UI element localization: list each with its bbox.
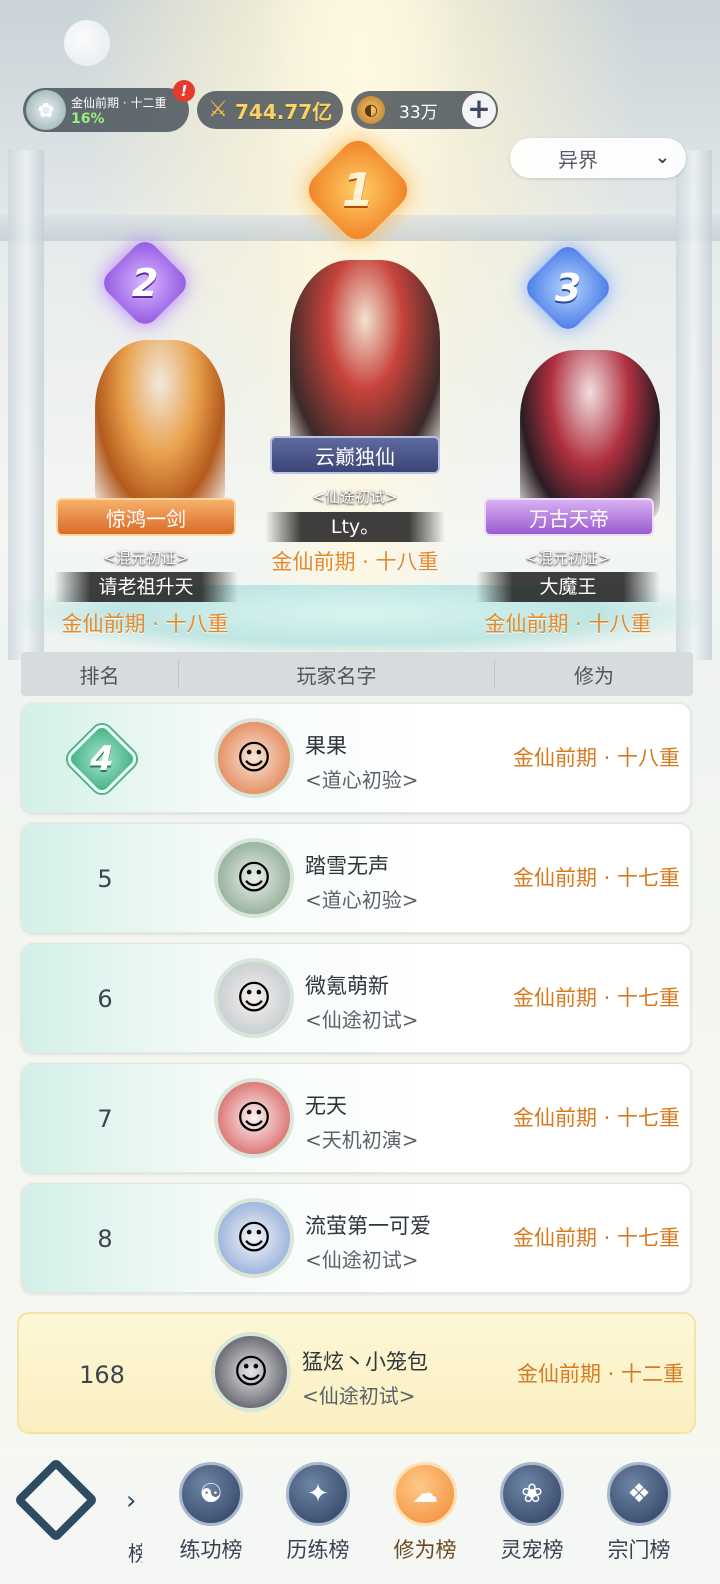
header-player-name: 玩家名字 xyxy=(179,659,495,689)
player-level-name: 金仙前期 · 十二重 xyxy=(71,95,167,110)
player-name: 流萤第一可爱 xyxy=(305,1214,431,1238)
player-title: <仙途初试> xyxy=(305,1248,419,1272)
rank-2-title: <混元初证> xyxy=(103,549,189,567)
my-rank: 168 xyxy=(79,1361,125,1389)
rank-2-number: 2 xyxy=(131,260,159,305)
table-row[interactable]: 5 ☺ 踏雪无声 <道心初验> 金仙前期 · 十七重 xyxy=(21,823,691,933)
scroll-left-icon[interactable]: › xyxy=(126,1486,136,1516)
pillar xyxy=(676,150,712,660)
player-avatar-icon: ✿ xyxy=(26,90,66,130)
tab-adventure-ranking[interactable]: ✦ 历练榜 xyxy=(273,1462,363,1580)
sage-hat-icon: ☁ xyxy=(393,1462,457,1526)
player-title: <道心初验> xyxy=(305,768,419,792)
my-cultivation: 金仙前期 · 十二重 xyxy=(516,1362,684,1386)
rank-4-badge: 4 xyxy=(63,720,141,798)
table-row[interactable]: 4 ☺ 果果 <道心初验> 金仙前期 · 十八重 xyxy=(21,703,691,813)
rank-2-character[interactable] xyxy=(95,340,225,510)
chevron-down-icon: ⌄ xyxy=(654,147,670,168)
currency-value: 33万 xyxy=(399,102,438,123)
rank-1-name: Lty。 xyxy=(265,512,445,542)
row-rank: 7 xyxy=(97,1105,113,1133)
rank-1-realm: 金仙前期 · 十八重 xyxy=(271,550,439,574)
rank-2-title-plate: 惊鸿一剑 xyxy=(56,498,236,536)
yin-yang-icon: ☯ xyxy=(179,1462,243,1526)
rank-3-title-plate: 万古天帝 xyxy=(484,498,654,536)
player-cultivation: 金仙前期 · 十七重 xyxy=(512,1106,680,1130)
tab-pet-ranking[interactable]: ❀ 灵宠榜 xyxy=(487,1462,577,1580)
row-rank: 5 xyxy=(97,865,113,893)
header-rank: 排名 xyxy=(21,659,179,689)
table-row[interactable]: 8 ☺ 流萤第一可爱 <仙途初试> 金仙前期 · 十七重 xyxy=(21,1183,691,1293)
player-title: <天机初演> xyxy=(305,1128,419,1152)
compass-icon: ✦ xyxy=(286,1462,350,1526)
my-avatar[interactable]: ☺ xyxy=(211,1332,291,1412)
ranking-table-header: 排名 玩家名字 修为 xyxy=(21,652,693,696)
rank-3-title: <混元初证> xyxy=(525,549,611,567)
player-title: <仙途初试> xyxy=(305,1008,419,1032)
row-rank: 8 xyxy=(97,1225,113,1253)
table-row[interactable]: 6 ☺ 微氪萌新 <仙途初试> 金仙前期 · 十七重 xyxy=(21,943,691,1053)
player-cultivation: 金仙前期 · 十八重 xyxy=(512,746,680,770)
bottom-tab-bar: › 榜 ☯ 练功榜 ✦ 历练榜 ☁ 修为榜 ❀ 灵宠榜 ❖ 宗门榜 xyxy=(0,1440,720,1584)
player-name: 果果 xyxy=(305,734,347,758)
rank-1-number: 1 xyxy=(341,162,375,217)
moon-decoration xyxy=(64,20,110,66)
tab-partial-label: 榜 xyxy=(128,1542,142,1566)
player-name: 微氪萌新 xyxy=(305,974,389,998)
realm-dropdown-label: 异界 xyxy=(558,147,598,172)
avatar[interactable]: ☺ xyxy=(214,1078,294,1158)
player-name: 踏雪无声 xyxy=(305,854,389,878)
menu-diamond-icon[interactable] xyxy=(13,1457,99,1543)
combat-power-value: 744.77亿 xyxy=(235,99,333,124)
my-title: <仙途初试> xyxy=(302,1384,416,1408)
tab-practice-ranking[interactable]: ☯ 练功榜 xyxy=(166,1462,256,1580)
player-level-progress: 16% xyxy=(71,110,105,127)
pet-cat-icon: ❀ xyxy=(500,1462,564,1526)
rank-3-character[interactable] xyxy=(520,350,660,520)
pillar xyxy=(8,150,44,660)
crossed-swords-icon: ⚔ xyxy=(208,97,228,122)
player-cultivation: 金仙前期 · 十七重 xyxy=(512,1226,680,1250)
player-title: <道心初验> xyxy=(305,888,419,912)
row-rank: 4 xyxy=(22,704,188,814)
tab-cultivation-ranking[interactable]: ☁ 修为榜 xyxy=(380,1462,470,1580)
player-level-badge[interactable]: ✿ 金仙前期 · 十二重 16% xyxy=(23,88,189,132)
currency-display: ◐ 33万 + xyxy=(351,91,498,129)
combat-power-display: ⚔ 744.77亿 xyxy=(197,91,343,129)
player-cultivation: 金仙前期 · 十七重 xyxy=(512,986,680,1010)
rank-2-name: 请老祖升天 xyxy=(54,572,238,602)
player-name: 无天 xyxy=(305,1094,347,1118)
avatar[interactable]: ☺ xyxy=(214,718,294,798)
my-name: 猛炫丶小笼包 xyxy=(302,1350,428,1374)
rank-1-title: <仙途初试> xyxy=(312,488,398,506)
spirit-stone-icon: ◐ xyxy=(357,96,385,124)
avatar[interactable]: ☺ xyxy=(214,1198,294,1278)
rank-2-realm: 金仙前期 · 十八重 xyxy=(61,612,229,636)
scroll-icon: ❖ xyxy=(607,1462,671,1526)
rank-1-character[interactable] xyxy=(290,260,440,460)
table-row[interactable]: 7 ☺ 无天 <天机初演> 金仙前期 · 十七重 xyxy=(21,1063,691,1173)
row-rank: 6 xyxy=(97,985,113,1013)
header-cultivation: 修为 xyxy=(574,663,614,688)
add-currency-button[interactable]: + xyxy=(462,93,496,127)
alert-icon[interactable]: ! xyxy=(173,80,195,102)
rank-3-realm: 金仙前期 · 十八重 xyxy=(484,612,652,636)
rank-3-name: 大魔王 xyxy=(476,572,660,602)
realm-dropdown[interactable]: 异界 ⌄ xyxy=(510,138,686,178)
tab-sect-ranking[interactable]: ❖ 宗门榜 xyxy=(594,1462,684,1580)
avatar[interactable]: ☺ xyxy=(214,958,294,1038)
rank-3-number: 3 xyxy=(554,265,582,310)
avatar[interactable]: ☺ xyxy=(214,838,294,918)
my-rank-row[interactable]: 168 ☺ 猛炫丶小笼包 <仙途初试> 金仙前期 · 十二重 xyxy=(17,1312,696,1434)
player-cultivation: 金仙前期 · 十七重 xyxy=(512,866,680,890)
rank-1-title-plate: 云巅独仙 xyxy=(270,436,440,474)
